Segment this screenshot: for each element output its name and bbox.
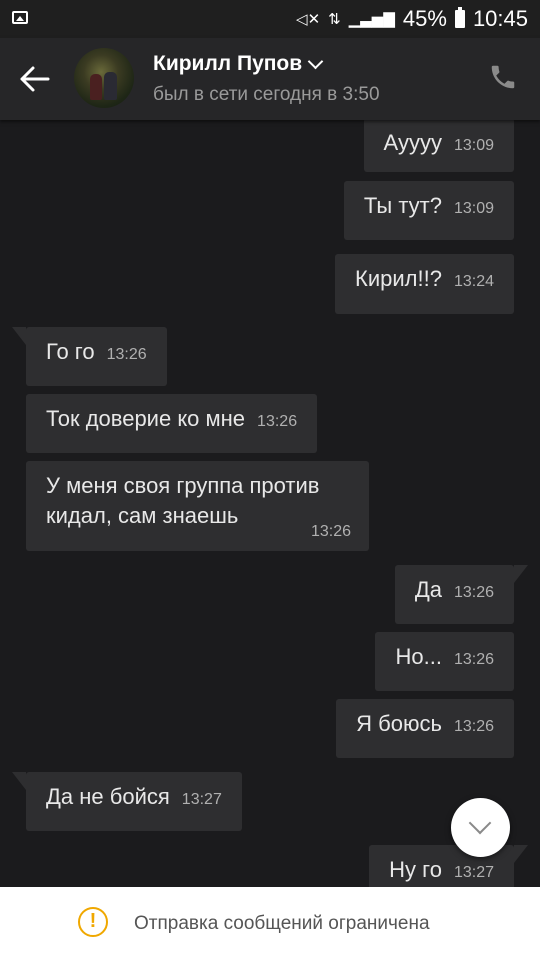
status-bar: ◁✕ ⇅ ▁▃▅▇ 45% 10:45 [0, 0, 540, 38]
back-arrow-icon[interactable] [18, 64, 52, 94]
message-list[interactable]: Ауууу 13:09 Ты тут? 13:09 Кирил!!? 13:24 Го… [0, 120, 540, 887]
scroll-to-bottom-button[interactable] [451, 798, 510, 857]
chevron-down-icon [307, 53, 324, 69]
message-bubble-out[interactable]: Я боюсь 13:26 [336, 699, 514, 758]
chat-header: Кирилл Пупов был в сети сегодня в 3:50 [0, 38, 540, 120]
avatar[interactable] [74, 48, 134, 108]
message-bubble-out[interactable]: Но... 13:26 [375, 632, 514, 691]
battery-percent: 45% [402, 6, 447, 31]
message-bubble-in[interactable]: Го го 13:26 [12, 327, 167, 386]
phone-icon[interactable] [488, 62, 518, 92]
chevron-down-icon [468, 811, 492, 835]
contact-status: был в сети сегодня в 3:50 [153, 84, 380, 105]
battery-icon [454, 7, 465, 28]
image-notification-icon [12, 11, 28, 24]
notice-text: Отправка сообщений ограничена [134, 913, 430, 934]
message-bubble-in[interactable]: Да не бойся 13:27 [12, 772, 242, 831]
status-icons: ◁✕ ⇅ ▁▃▅▇ 45% 10:45 [296, 6, 528, 32]
messaging-restricted-notice: ! Отправка сообщений ограничена [0, 887, 540, 960]
clock: 10:45 [472, 6, 528, 31]
message-bubble-out[interactable]: Да 13:26 [394, 565, 529, 624]
message-bubble-out[interactable]: Кирил!!? 13:24 [335, 254, 514, 314]
signal-icon: ▁▃▅▇ [348, 11, 395, 28]
mute-icon: ◁✕ [296, 11, 321, 28]
message-bubble-in[interactable]: У меня своя группа против кидал, сам зна… [26, 461, 369, 551]
message-bubble-in[interactable]: Ток доверие ко мне 13:26 [26, 394, 318, 453]
network-icon: ⇅ [328, 11, 341, 28]
contact-name[interactable]: Кирилл Пупов [153, 52, 324, 76]
message-bubble-out[interactable]: Ауууу 13:09 [363, 120, 514, 172]
warning-icon: ! [78, 907, 108, 937]
message-bubble-out[interactable]: Ты тут? 13:09 [343, 181, 514, 240]
